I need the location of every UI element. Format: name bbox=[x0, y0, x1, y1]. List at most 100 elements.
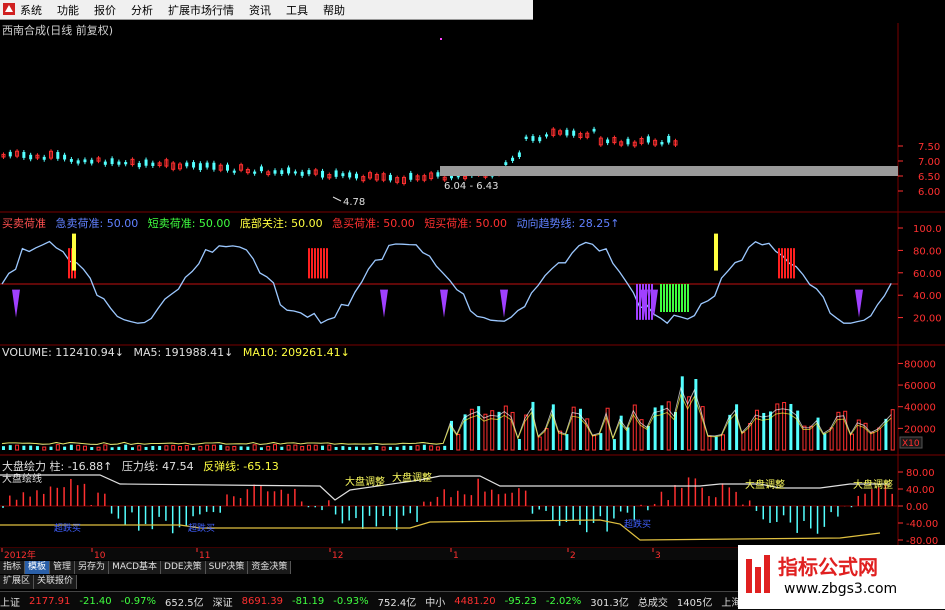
status-item: 2177.91 bbox=[29, 595, 71, 607]
volume-axis-label: 60000 bbox=[904, 381, 936, 392]
volume-bar bbox=[544, 428, 549, 451]
price-candle bbox=[321, 170, 325, 178]
volume-bar bbox=[286, 444, 291, 451]
osc-green-bar bbox=[684, 284, 686, 312]
osc-legend-item: 动向趋势线: 28.25↑ bbox=[516, 217, 620, 230]
volume-bar bbox=[110, 447, 114, 450]
osc-legend-item: 短买荷准: 50.00 bbox=[424, 217, 508, 230]
volume-bar bbox=[381, 446, 386, 451]
volume-bar bbox=[177, 445, 182, 451]
tab-dde[interactable]: DDE决策 bbox=[161, 561, 206, 574]
volume-bar bbox=[151, 446, 155, 450]
volume-bar bbox=[246, 446, 250, 450]
volume-bar bbox=[266, 445, 271, 451]
volume-bar bbox=[232, 445, 237, 451]
force-legend-item: 压力线: 47.54 bbox=[121, 460, 194, 473]
volume-unit-label: X10 bbox=[902, 439, 920, 449]
volume-axis-label: 40000 bbox=[904, 403, 936, 414]
volume-bar bbox=[829, 427, 834, 451]
volume-bar bbox=[517, 438, 521, 450]
volume-axis-label: 80000 bbox=[904, 359, 936, 370]
tab-fund[interactable]: 资金决策 bbox=[248, 561, 292, 574]
volume-bar bbox=[321, 445, 325, 450]
osc-green-bar bbox=[669, 284, 671, 312]
price-candle bbox=[504, 162, 508, 165]
price-candle bbox=[205, 162, 209, 168]
force-axis-label: -40.00 bbox=[906, 519, 938, 530]
osc-green-bar bbox=[687, 284, 689, 312]
volume-bar bbox=[103, 444, 108, 451]
volume-bar bbox=[694, 379, 698, 450]
volume-bar bbox=[158, 445, 162, 450]
force-axis-label: 0.00 bbox=[906, 502, 928, 513]
volume-ma5-line bbox=[1, 386, 892, 446]
tab-save-as[interactable]: 另存为 bbox=[75, 561, 110, 574]
force-axis-label: 40.00 bbox=[906, 485, 935, 496]
force-top-left-label: 大盘绘线 bbox=[2, 474, 42, 485]
volume-bar bbox=[306, 444, 311, 451]
status-item: 301.3亿 bbox=[590, 597, 629, 609]
price-candle bbox=[293, 171, 297, 174]
volume-bar bbox=[415, 445, 420, 451]
price-candle bbox=[280, 170, 284, 175]
tab-indicator[interactable]: 指标 bbox=[0, 561, 26, 574]
volume-bar bbox=[762, 412, 766, 450]
price-candle bbox=[76, 160, 80, 164]
tab-linked-quote[interactable]: 关联报价 bbox=[34, 575, 78, 589]
osc-legend-item: 急买荷准: 50.00 bbox=[332, 217, 415, 230]
volume-bar bbox=[646, 425, 650, 450]
osc-red-bar bbox=[323, 248, 325, 279]
time-axis-label: 11 bbox=[199, 551, 210, 561]
volume-bar bbox=[877, 427, 882, 451]
volume-bar bbox=[130, 447, 134, 450]
volume-bar bbox=[435, 446, 440, 451]
volume-bar bbox=[144, 446, 148, 450]
volume-bar bbox=[469, 408, 474, 451]
osc-red-bar bbox=[320, 248, 322, 279]
volume-bar bbox=[429, 445, 434, 451]
status-item: -2.02% bbox=[545, 595, 582, 607]
volume-bar bbox=[211, 444, 216, 451]
stock-chart-area[interactable]: 6.04 - 6.43 4.78 7.50 7.00 6.50 6.00 100.0 80.0… bbox=[0, 0, 945, 609]
osc-legend-item: 急卖荷准: 50.00 bbox=[55, 217, 139, 230]
price-candle bbox=[354, 173, 358, 179]
osc-purple-bar bbox=[639, 284, 641, 320]
price-candle bbox=[110, 158, 114, 165]
volume-bar bbox=[171, 444, 176, 451]
price-candle bbox=[29, 154, 33, 160]
status-item: 8691.39 bbox=[241, 595, 283, 607]
osc-red-bar bbox=[311, 248, 313, 279]
price-candle bbox=[259, 166, 263, 172]
watermark-logo-icon bbox=[746, 555, 770, 593]
tab-extension-area[interactable]: 扩展区 bbox=[0, 575, 35, 589]
indicator-tabs: 指标 模板 管理 另存为 MACD基本 DDE决策 SUP决策 资金决策 bbox=[0, 561, 292, 574]
volume-bar bbox=[537, 436, 542, 451]
force-annotation: 大盘调整 bbox=[853, 478, 893, 491]
tab-sup[interactable]: SUP决策 bbox=[205, 561, 249, 574]
volume-bar bbox=[293, 444, 298, 451]
price-candle bbox=[90, 159, 94, 164]
force-annotation-blue: 超跌买 bbox=[54, 522, 81, 534]
volume-bar bbox=[395, 446, 399, 450]
volume-bar bbox=[348, 446, 352, 450]
osc-legend-item: 短卖荷准: 50.00 bbox=[147, 217, 231, 230]
volume-bar bbox=[334, 446, 338, 450]
tab-manage[interactable]: 管理 bbox=[50, 561, 76, 574]
tab-template[interactable]: 模板 bbox=[25, 561, 51, 574]
volume-bar bbox=[721, 434, 726, 451]
price-candle bbox=[144, 159, 148, 166]
volume-bar bbox=[823, 433, 827, 450]
price-candle bbox=[565, 129, 569, 136]
volume-bar bbox=[313, 444, 318, 451]
volume-bar bbox=[402, 445, 406, 450]
osc-red-bar bbox=[784, 248, 786, 279]
osc-trend-line bbox=[1, 240, 892, 325]
volume-bar bbox=[849, 433, 854, 451]
volume-bar bbox=[856, 419, 861, 451]
force-annotation: 大盘调整 bbox=[392, 471, 432, 484]
price-candle bbox=[572, 130, 576, 136]
osc-purple-spike bbox=[380, 289, 388, 318]
volume-bar bbox=[198, 445, 203, 451]
volume-bar bbox=[300, 445, 305, 451]
tab-macd[interactable]: MACD基本 bbox=[109, 561, 162, 574]
